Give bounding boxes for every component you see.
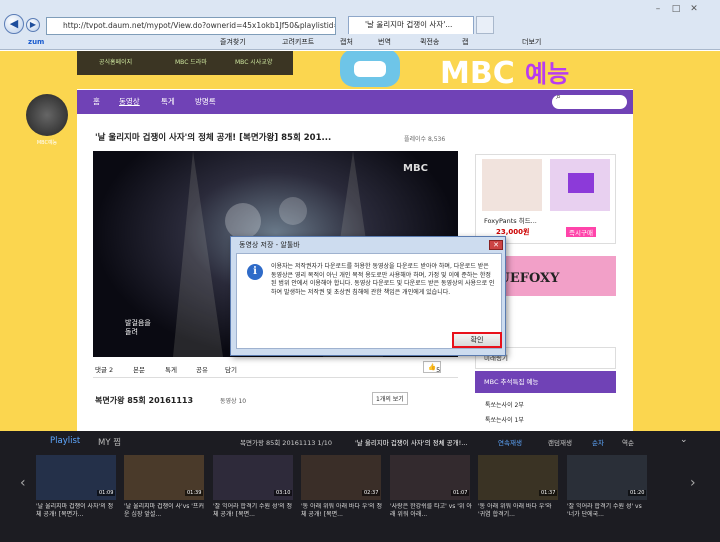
tab-comments[interactable]: 댓글 2 [95,364,113,374]
toolbar-zum[interactable]: zum [28,35,44,50]
top-link-official[interactable]: 공식홈페이지 [99,57,132,66]
video-caption: 발걸음을 돌려 [125,319,151,336]
channel-name: MBC예능 [36,140,58,146]
dialog-message: 이용자는 저작권자가 다운로드를 허용한 동영상을 다운로드 받아야 하며, 다… [271,263,495,296]
browser-tab[interactable]: '날 울리지마 겁쟁이 사자'... [348,16,474,34]
sidebar-item-part2[interactable]: 톡쏘는사이 2부 [485,400,524,409]
playlist-caption-6[interactable]: '동 아래 위워 아래 바다 우'와 '귀염 합격기... [478,503,560,521]
section-title: 복면가왕 85회 20161113 [95,396,194,405]
playlist-duration-3: 03:10 [274,490,293,496]
playlist-caption-4[interactable]: '동 아래 위워 아래 바다 우'의 정체 공개! [복면... [301,503,383,521]
sidebar-item-part1[interactable]: 톡쏘는사이 1부 [485,415,524,424]
ad-product-name: FoxyPants 히드... [484,217,537,225]
toolbar-capture[interactable]: 캡처 [340,35,353,50]
section-count: 동영상 10 [220,398,247,405]
toolbar-translate[interactable]: 번역 [378,35,391,50]
toolbar-send[interactable]: 퀵전송 [420,35,439,50]
chevron-down-icon[interactable]: ⌄ [680,435,688,445]
maximize-button[interactable]: □ [670,4,682,16]
robot-face-icon [354,61,386,77]
info-icon: i [247,264,263,280]
banner-text: 예능 [525,60,569,88]
dialog-close-button[interactable]: ✕ [489,240,503,250]
like-button[interactable]: 👍 5 [423,361,442,374]
tab-share[interactable]: 공유 [196,364,208,374]
nav-videos[interactable]: 동영상 [119,96,140,107]
search-icon: ⌕ [556,92,562,102]
playlist-now-title: '날 울리지마 겁쟁이 사자'의 정체 공개!... [355,439,468,447]
tab-body[interactable]: 본문 [133,364,145,374]
playlist-duration-1: 01:09 [97,490,116,496]
site-search-input[interactable]: ⌕ [552,92,627,109]
forward-button[interactable]: ▶ [26,18,40,32]
toolbar-favorites[interactable]: 즐겨찾기 [220,35,246,50]
tab-board[interactable]: 톡게 [165,364,177,374]
order-desc-button[interactable]: 역순 [622,437,634,447]
top-link-doc[interactable]: MBC 시사교양 [235,57,272,66]
save-video-dialog: 동영상 저장 - 알툴바 ✕ i 이용자는 저작권자가 다운로드를 허용한 동영… [230,236,506,356]
browser-navbar: ◀ ▶ http://tvpot.daum.net/mypot/View.do?… [0,0,720,35]
toolbar-gift[interactable]: 고려키프트 [282,35,314,50]
playlist-duration-4: 02:37 [362,490,381,496]
new-tab-button[interactable] [476,16,494,34]
play-count: 플레이수 8,536 [404,136,446,143]
playlist-duration-6: 01:37 [539,490,558,496]
sidebar-item-chuseok[interactable]: MBC 추석특집 예능 [475,371,616,393]
playlist-duration-5: 01:07 [451,490,470,496]
browser-toolbar: zum 즐겨찾기 고려키프트 캡처 번역 퀵전송 캡 더보기 [0,35,720,50]
playlist-now: 복면가왕 85회 20161113 1/10 [240,439,333,447]
banner-mbc: MBC [440,56,515,89]
playlist-caption-1[interactable]: '날 울리지마 겁쟁이 사자'의 정체 공개! [복면가... [36,503,118,521]
top-link-band: 공식홈페이지 MBC 드라마 MBC 시사교양 [77,51,293,75]
chevron-left-icon[interactable]: ‹ [20,475,26,491]
nav-guestbook[interactable]: 방명록 [195,96,216,107]
my-tab[interactable]: MY 찜 [98,436,121,448]
back-button[interactable]: ◀ [4,14,24,34]
toolbar-more[interactable]: 더보기 [522,35,541,50]
nav-home[interactable]: 홈 [93,96,100,107]
video-tabs: 댓글 2 본문 톡게 공유 담기 👍 5 [93,360,458,378]
browser-chrome: ◀ ▶ http://tvpot.daum.net/mypot/View.do?… [0,0,720,50]
playlist-tab[interactable]: Playlist [50,436,80,446]
minimize-button[interactable]: – [652,4,664,16]
dialog-body: i 이용자는 저작권자가 다운로드를 허용한 동영상을 다운로드 받아야 하며,… [236,253,502,349]
playlist-duration-2: 01:39 [185,490,204,496]
ad-product[interactable]: FoxyPants 히드... 23,000원 즉시구매 [475,154,616,244]
toolbar-cap[interactable]: 캡 [462,35,468,50]
playlist-caption-7[interactable]: '잘 익어라 합격기 수원 성' vs '너가 단에국... [567,503,649,521]
ad-image [482,159,610,211]
video-title: '날 울리지마 겁쟁이 사자'의 정체 공개! [복면가왕] 85회 201..… [95,133,332,143]
playlist-caption-2[interactable]: '날 울리지마 겁쟁이 사'vs '프커운 심장 앞설... [124,503,206,521]
dialog-title: 동영상 저장 - 알툴바 [239,241,300,249]
chevron-right-icon[interactable]: › [690,475,696,491]
top-link-drama[interactable]: MBC 드라마 [175,57,207,66]
playlist-duration-7: 01:20 [628,490,647,496]
site-nav: 홈 동영상 톡게 방명록 ⌕ [77,90,633,114]
playlist-caption-3[interactable]: '잘 익어라 합격기 수원 성'의 정체 공개! [복면... [213,503,295,521]
ok-button[interactable]: 확인 [452,332,502,348]
ad-buy-badge[interactable]: 즉시구매 [566,227,596,237]
continuous-play-button[interactable]: 연속재생 [498,437,522,447]
playlist-caption-5[interactable]: '사랑은 한강쉬를 타고' vs '위 아래 위워 아래... [390,503,472,521]
sort-select[interactable]: 1개의 보기 [372,392,408,405]
mbc-banner: MBC 예능 [340,51,640,91]
order-asc-button[interactable]: 순차 [592,437,604,447]
channel-logo[interactable] [26,94,68,136]
close-window-button[interactable]: ✕ [688,4,700,16]
banner-art: MBC 예능 [340,51,569,91]
mbc-watermark: MBC [403,163,428,174]
tab-save[interactable]: 담기 [225,364,237,374]
like-count: 5 [436,366,441,374]
address-bar[interactable]: http://tvpot.daum.net/mypot/View.do?owne… [46,17,336,35]
nav-board[interactable]: 톡게 [161,96,175,107]
random-play-button[interactable]: 랜덤재생 [548,437,572,447]
